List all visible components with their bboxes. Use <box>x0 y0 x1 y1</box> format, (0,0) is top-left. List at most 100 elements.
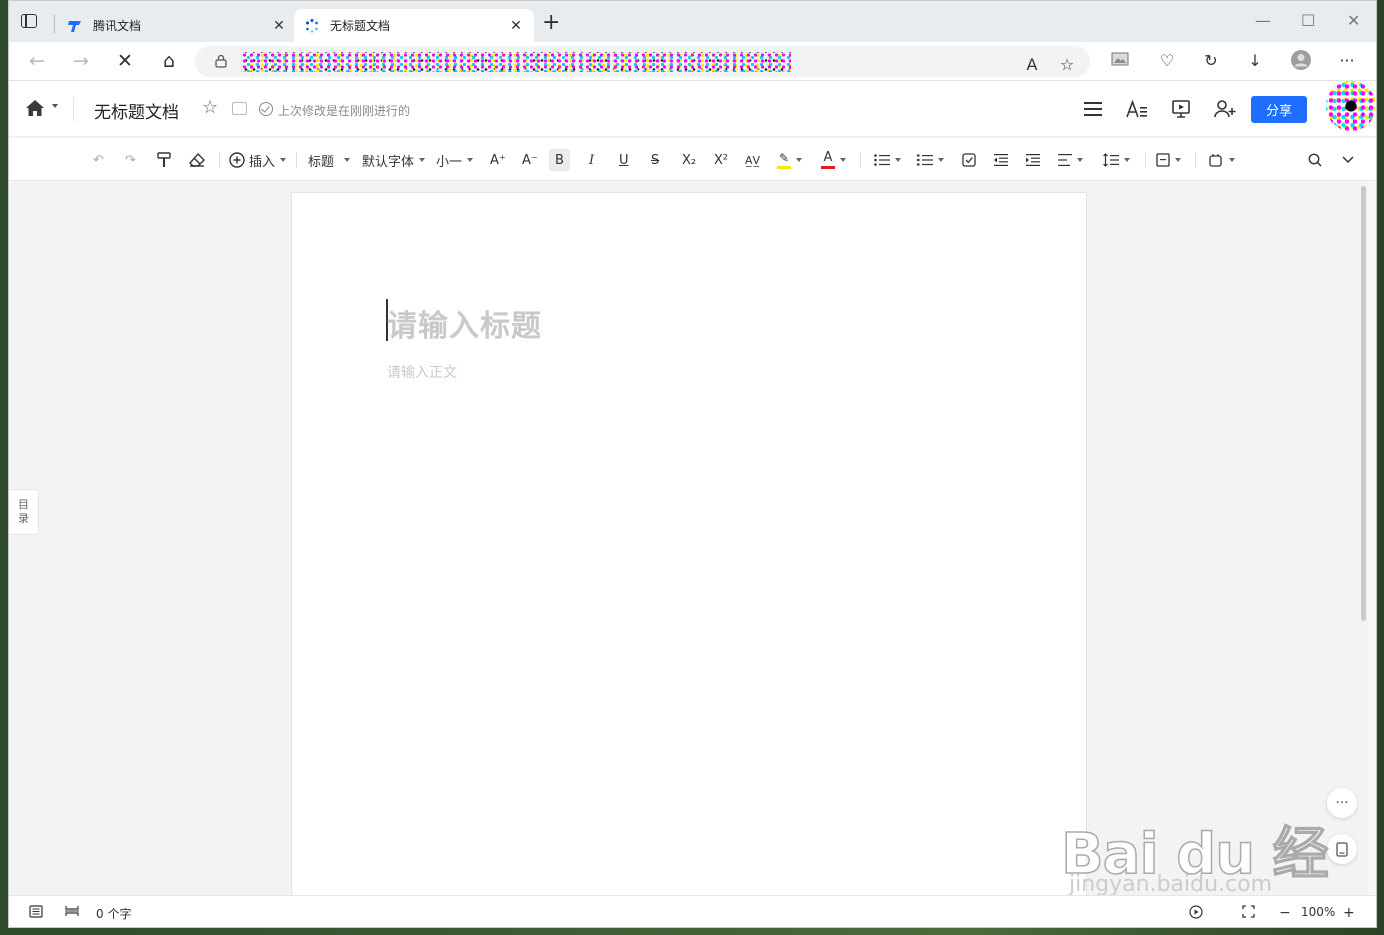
redo-button[interactable]: ↷ <box>125 149 136 171</box>
play-icon[interactable] <box>1189 905 1203 919</box>
stop-loading-button[interactable]: ✕ <box>113 50 137 72</box>
align-left-icon <box>1058 154 1072 166</box>
new-tab-button[interactable]: + <box>542 12 560 34</box>
favorites-icon[interactable]: ♡ <box>1155 51 1179 70</box>
collapse-toolbar-icon[interactable] <box>1342 149 1354 171</box>
loading-spinner-icon <box>304 18 320 34</box>
document-page[interactable]: 请输入标题 请输入正文 <box>291 192 1087 902</box>
save-status-text: 上次修改是在刚刚进行的 <box>278 104 411 118</box>
add-favorite-icon[interactable]: ☆ <box>1055 55 1079 74</box>
numbered-list-dropdown[interactable] <box>917 149 944 171</box>
toolbar-divider <box>1195 152 1196 168</box>
superscript-button[interactable]: X² <box>714 149 728 171</box>
close-window-button[interactable]: ✕ <box>1347 11 1360 30</box>
fullscreen-icon[interactable] <box>1242 905 1255 918</box>
title-placeholder[interactable]: 请输入标题 <box>387 301 542 345</box>
page-style-dropdown[interactable] <box>1156 149 1181 171</box>
tab-untitled-doc[interactable]: 无标题文档 ✕ <box>294 9 534 42</box>
subscript-button[interactable]: X₂ <box>682 149 696 171</box>
search-icon[interactable] <box>1308 149 1322 171</box>
downloads-icon[interactable]: ↓ <box>1243 51 1267 70</box>
zoom-level[interactable]: 100% <box>1301 905 1335 919</box>
undo-button[interactable]: ↶ <box>93 149 104 171</box>
page-view-icon[interactable] <box>65 905 79 917</box>
presentation-icon[interactable] <box>1169 97 1193 121</box>
read-aloud-icon[interactable]: A <box>1020 55 1044 74</box>
underline-button[interactable]: U <box>619 149 629 171</box>
maximize-button[interactable]: ☐ <box>1301 11 1315 30</box>
scrollbar-thumb[interactable] <box>1361 186 1366 621</box>
image-extension-icon[interactable] <box>1108 51 1132 70</box>
plus-circle-icon <box>229 152 245 168</box>
history-icon[interactable]: ↻ <box>1199 51 1223 70</box>
star-icon[interactable]: ☆ <box>202 97 218 118</box>
toc-label-top: 目 <box>18 498 29 511</box>
bold-button[interactable]: B <box>549 149 570 171</box>
tab-close-icon[interactable]: ✕ <box>508 18 524 34</box>
spellcheck-button[interactable]: A̲V̲ <box>745 149 760 171</box>
doc-home-icon[interactable] <box>25 99 45 117</box>
highlight-color-swatch <box>777 165 791 169</box>
decrease-font-button[interactable]: A⁻ <box>522 149 538 171</box>
line-spacing-dropdown[interactable] <box>1103 149 1130 171</box>
insert-label: 插入 <box>249 154 276 170</box>
home-button[interactable]: ⌂ <box>157 50 181 72</box>
heading-dropdown[interactable]: 标题 <box>308 149 351 171</box>
share-button[interactable]: 分享 <box>1251 96 1307 123</box>
lock-icon[interactable] <box>215 54 227 68</box>
text-style-icon[interactable] <box>1125 97 1149 121</box>
font-size-dropdown[interactable]: 小一 <box>436 149 474 171</box>
insert-menu[interactable]: 插入 <box>229 149 287 171</box>
browser-window: 腾讯文档 ✕ 无标题文档 ✕ + — ☐ ✕ ← → ✕ ⌂ A ☆ ♡ ↻ ↓… <box>8 0 1377 928</box>
increase-font-button[interactable]: A⁺ <box>490 149 506 171</box>
vertical-scrollbar[interactable] <box>1358 182 1368 895</box>
italic-button[interactable]: I <box>589 149 594 171</box>
document-header: 无标题文档 ☆ 上次修改是在刚刚进行的 分享 <box>9 81 1376 137</box>
address-bar[interactable]: A ☆ <box>195 46 1090 77</box>
tab-actions-icon[interactable] <box>21 14 37 28</box>
minimize-button[interactable]: — <box>1255 11 1271 30</box>
table-of-contents-tab[interactable]: 目 录 <box>9 489 39 535</box>
checklist-icon[interactable] <box>962 149 976 171</box>
editor-canvas: 请输入标题 请输入正文 目 录 ··· <box>9 182 1368 902</box>
forward-button[interactable]: → <box>69 50 93 72</box>
align-dropdown[interactable] <box>1058 149 1083 171</box>
document-title[interactable]: 无标题文档 <box>94 98 179 123</box>
indent-icon[interactable] <box>1026 149 1040 171</box>
tab-title: 腾讯文档 <box>93 19 142 33</box>
more-menu-icon[interactable]: ··· <box>1335 51 1359 70</box>
font-family-dropdown[interactable]: 默认字体 <box>362 149 426 171</box>
baidu-watermark-url: jingyan.baidu.com <box>1069 872 1273 897</box>
chevron-down-icon[interactable] <box>52 104 58 108</box>
plugins-dropdown[interactable] <box>1208 149 1235 171</box>
status-bar: 0 个字 − 100% + <box>9 895 1376 927</box>
heading-label: 标题 <box>308 154 335 170</box>
highlight-color-button[interactable]: ✎ <box>777 149 802 171</box>
outline-icon[interactable] <box>29 905 43 918</box>
format-painter-icon[interactable] <box>157 149 171 171</box>
move-to-folder-icon[interactable] <box>232 102 247 115</box>
outdent-icon[interactable] <box>994 149 1008 171</box>
body-placeholder[interactable]: 请输入正文 <box>387 362 457 382</box>
bullet-list-dropdown[interactable] <box>874 149 901 171</box>
tab-tencent-docs[interactable]: 腾讯文档 ✕ <box>57 9 297 42</box>
menu-icon[interactable] <box>1081 97 1105 121</box>
formatting-toolbar: ↶ ↷ 插入 标题 默认字体 小一 A⁺ A⁻ B I U S X₂ X² A̲… <box>9 138 1376 181</box>
user-avatar[interactable] <box>1326 81 1376 131</box>
eraser-icon[interactable] <box>189 149 205 171</box>
tab-close-icon[interactable]: ✕ <box>271 18 287 34</box>
back-button[interactable]: ← <box>25 50 49 72</box>
strikethrough-button[interactable]: S <box>651 149 659 171</box>
bullet-list-icon <box>874 154 890 166</box>
url-text-obscured[interactable] <box>241 52 791 72</box>
zoom-out-button[interactable]: − <box>1279 905 1291 921</box>
page-style-icon <box>1156 153 1170 167</box>
font-color-icon: A <box>823 149 833 165</box>
address-bar-row: ← → ✕ ⌂ A ☆ ♡ ↻ ↓ ··· <box>9 42 1376 81</box>
font-color-button[interactable]: A <box>821 149 846 171</box>
zoom-in-button[interactable]: + <box>1343 905 1355 921</box>
profile-icon[interactable] <box>1289 49 1313 75</box>
line-spacing-icon <box>1103 153 1119 167</box>
add-collaborator-icon[interactable] <box>1213 97 1237 121</box>
highlighter-icon: ✎ <box>778 150 790 165</box>
